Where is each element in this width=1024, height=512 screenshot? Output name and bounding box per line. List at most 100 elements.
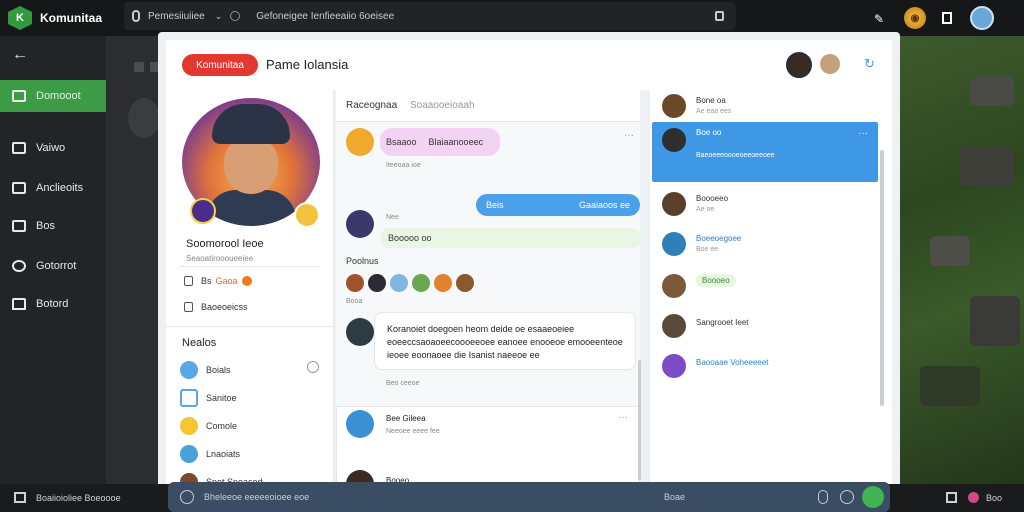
chat-item[interactable]: Sangrooet Ieet	[652, 310, 878, 346]
chat-name: Sangrooet Ieet	[696, 318, 749, 327]
user-avatar[interactable]	[970, 6, 994, 30]
clock-icon[interactable]	[307, 361, 319, 373]
sidebar-item-box[interactable]: Bos	[0, 210, 106, 242]
chat-item[interactable]: Boooeo	[652, 270, 878, 306]
background-rock	[920, 366, 980, 406]
background-rock	[970, 76, 1014, 106]
portrait-body	[206, 190, 296, 226]
chevron-down-icon[interactable]: ⌄	[215, 11, 223, 22]
link-label: Sanitoe	[206, 393, 237, 403]
member-avatar[interactable]	[456, 274, 474, 292]
chat-name: Boooeeo	[696, 194, 729, 203]
window-icon[interactable]	[942, 12, 952, 24]
brand-badge[interactable]: Komunitaa	[182, 54, 258, 76]
guild-badge-icon[interactable]	[190, 198, 216, 224]
attach-icon[interactable]	[180, 490, 194, 504]
divider	[180, 266, 320, 267]
rank-badge-icon[interactable]	[294, 202, 320, 228]
member-avatar[interactable]	[412, 274, 430, 292]
post-avatar[interactable]	[346, 318, 374, 346]
member-avatar[interactable]	[786, 52, 812, 78]
feed-header: Raceognaa Soaaooeioaah	[336, 90, 640, 122]
message-compose-bar[interactable]: Bheleeoe eeeeeoioee eoe Boae	[168, 482, 890, 512]
profile-stat-row: Bs Gaoa	[184, 276, 252, 286]
top-bar: K Komunitaa Pemesiiuiiee ⌄ Gefoneigee Ie…	[0, 0, 1024, 36]
more-options-icon[interactable]: ···	[858, 128, 868, 139]
chat-scrollbar[interactable]	[880, 150, 884, 406]
edit-icon[interactable]	[946, 492, 957, 503]
reply-bubble: Booooo oo	[380, 228, 642, 248]
coin-icon[interactable]: ◉	[904, 7, 926, 29]
stat-prefix: Bs	[201, 276, 212, 286]
link-label: Comole	[206, 421, 238, 431]
trophy-icon	[184, 276, 193, 286]
chat-item[interactable]: Baooaae Voheeeeet	[652, 350, 878, 386]
link-item[interactable]: Comole	[180, 417, 237, 435]
moon-icon[interactable]	[230, 11, 241, 21]
window-icon[interactable]	[14, 492, 26, 503]
member-avatar[interactable]	[346, 274, 364, 292]
chat-item[interactable]: Bone oa Ae eaa ees	[652, 90, 878, 126]
search-text-primary: Pemesiiuiiee	[148, 10, 205, 22]
post-avatar[interactable]	[346, 410, 374, 438]
background-avatar	[128, 98, 160, 138]
notification-icon[interactable]	[968, 492, 979, 503]
avatar-icon	[180, 445, 198, 463]
member-avatar[interactable]	[390, 274, 408, 292]
smile-icon	[180, 417, 198, 435]
refresh-icon[interactable]: ↻	[864, 56, 875, 72]
post-meta: Neeoee eeee fee	[386, 428, 440, 435]
background-tile	[150, 62, 158, 72]
tab-recognition[interactable]: Raceognaa	[346, 100, 397, 111]
lock-icon	[184, 302, 193, 312]
sidebar-item-view[interactable]: Vaiwo	[0, 132, 106, 164]
more-options-icon[interactable]: ···	[618, 412, 628, 423]
tab-secondary[interactable]: Soaaooeioaah	[410, 100, 475, 111]
link-item[interactable]: Boials	[180, 361, 231, 379]
compose-input[interactable]: Bheleeoe eeeeeoioee eoe	[204, 492, 309, 502]
top-search-bar[interactable]: Pemesiiuiiee ⌄ Gefoneigee Ienfieeaiio 6o…	[124, 2, 736, 30]
compose-hint: Boae	[664, 492, 686, 502]
post-avatar[interactable]	[346, 128, 374, 156]
sidebar-item-settings[interactable]: Gotorrot	[0, 250, 106, 282]
chat-message: Baeoeeeoooeoeeoeeoee	[696, 152, 775, 159]
chat-item-active[interactable]: Boe oo Baeoeeeoooeoeeoeeoee ···	[652, 122, 878, 182]
sidebar-item-label: Domooot	[36, 90, 81, 102]
chat-item[interactable]: Boooeeo Ae oe	[652, 188, 878, 224]
post-tag: Bsaaoo	[386, 137, 417, 147]
profile-subtitle: Seaoatiroooueeiee	[186, 254, 254, 263]
feed-scrollbar[interactable]	[638, 360, 641, 480]
sent-message-bubble: Beis Gaaiaoos ee	[476, 194, 640, 216]
link-item[interactable]: Lnaoiats	[180, 445, 240, 463]
background-rock	[970, 296, 1020, 346]
chat-avatar	[662, 94, 686, 118]
sent-message-right: Gaaiaoos ee	[578, 200, 630, 210]
sidebar-item-board[interactable]: Botord	[0, 288, 106, 320]
sidebar-item-label: Anclieoits	[36, 182, 84, 194]
send-button[interactable]	[862, 486, 884, 508]
profile-icon	[180, 361, 198, 379]
app-logo[interactable]: K Komunitaa	[8, 6, 102, 30]
lock-icon[interactable]	[715, 11, 724, 21]
link-item[interactable]: Sanitoe	[180, 389, 237, 407]
chat-item[interactable]: Boeeoegoee Boe ee	[652, 228, 878, 264]
emoji-icon[interactable]	[840, 490, 854, 504]
member-avatar[interactable]	[820, 54, 840, 74]
post-tag: Bee Gileea	[386, 414, 426, 423]
sidebar-item-label: Gotorrot	[36, 260, 77, 272]
member-avatar[interactable]	[434, 274, 452, 292]
flame-icon	[241, 276, 252, 286]
community-modal: Komunitaa Pame Iolansia ↻ Soomorool Ieoe…	[158, 32, 900, 512]
sidebar-item-home[interactable]: Domooot	[0, 80, 106, 112]
more-options-icon[interactable]: ···	[624, 130, 634, 141]
sidebar-item-achievements[interactable]: Anclieoits	[0, 172, 106, 204]
post-avatar[interactable]	[346, 210, 374, 238]
chat-avatar	[662, 274, 686, 298]
back-arrow-icon[interactable]: ←	[12, 46, 28, 64]
chat-message: Ae oe	[696, 206, 715, 213]
chat-message: Ae eaa ees	[696, 108, 732, 115]
background-rock	[960, 146, 1014, 186]
member-avatar[interactable]	[368, 274, 386, 292]
pin-icon[interactable]: ✎	[874, 12, 886, 26]
microphone-icon[interactable]	[818, 490, 828, 504]
